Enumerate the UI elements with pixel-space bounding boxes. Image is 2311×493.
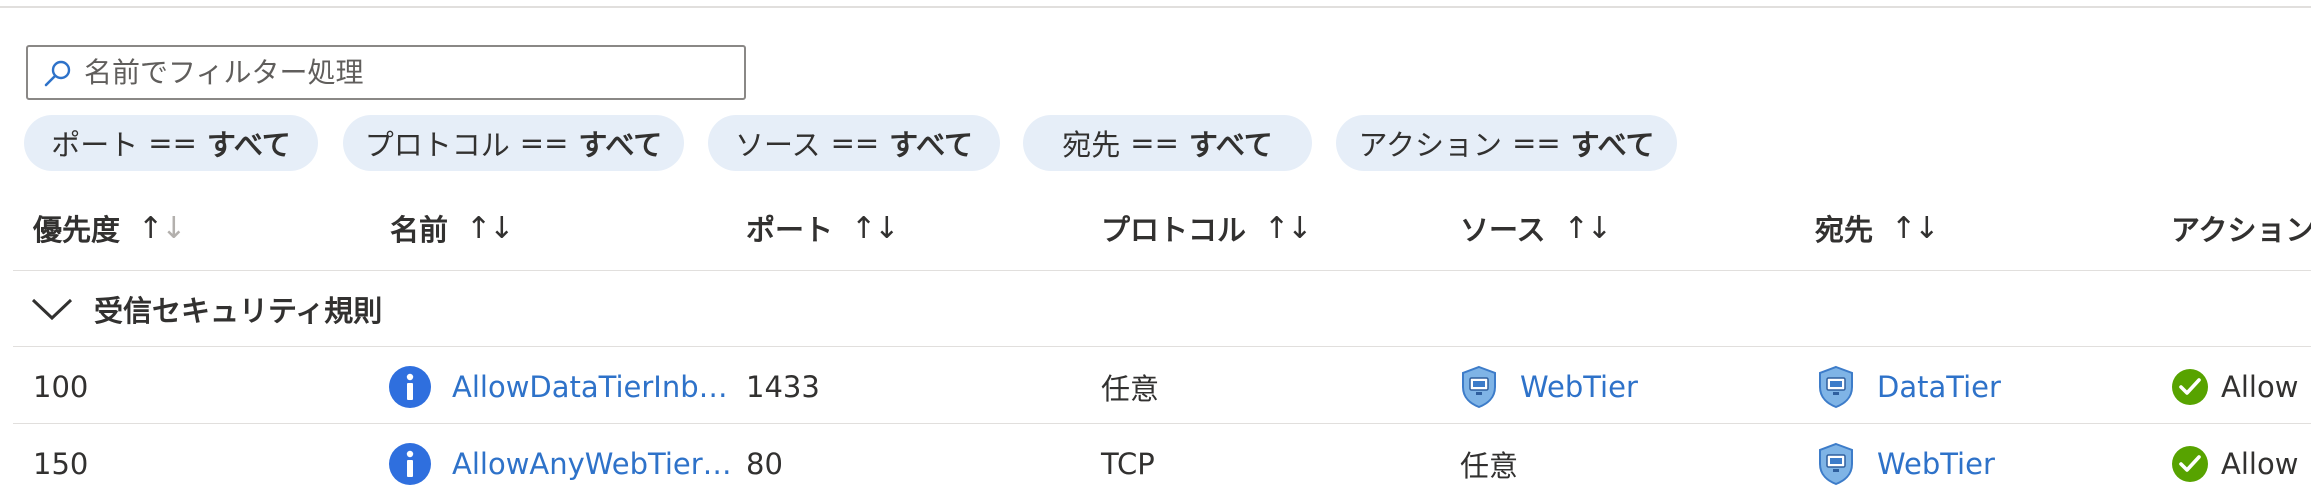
column-label: 優先度 xyxy=(33,213,121,247)
destination-cell[interactable]: WebTier xyxy=(1817,441,1995,487)
group-inbound-security-rules[interactable]: 受信セキュリティ規則 xyxy=(30,288,382,330)
filter-operator: == xyxy=(1512,126,1561,160)
column-header-name[interactable]: 名前 ↑↓ xyxy=(390,205,514,251)
filter-pill-action[interactable]: アクション == すべて xyxy=(1336,115,1677,171)
protocol-cell: TCP xyxy=(1101,447,1155,481)
rule-name-link[interactable]: AllowAnyWebTier… xyxy=(452,447,732,481)
filter-value: すべて xyxy=(889,128,973,162)
source-cell: 任意 xyxy=(1460,449,1519,483)
column-header-destination[interactable]: 宛先 ↑↓ xyxy=(1815,205,1939,251)
column-label: ポート xyxy=(746,213,834,247)
priority-cell: 100 xyxy=(33,370,89,404)
header-divider xyxy=(13,270,2311,271)
sort-icon[interactable]: ↑↓ xyxy=(1264,211,1312,246)
filter-operator: == xyxy=(148,126,197,160)
search-icon xyxy=(36,47,80,98)
filter-pill-destination[interactable]: 宛先 == すべて xyxy=(1023,115,1312,171)
filter-by-name-search[interactable] xyxy=(26,45,746,100)
filter-value: すべて xyxy=(1188,128,1273,162)
rule-name-cell[interactable]: AllowDataTierInb… xyxy=(388,364,728,410)
filter-value: すべて xyxy=(1570,128,1655,162)
sort-icon[interactable]: ↑↓ xyxy=(1891,211,1939,246)
filter-pill-port[interactable]: ポート == すべて xyxy=(24,115,318,171)
column-header-priority[interactable]: 優先度 ↑↓ xyxy=(33,205,186,251)
check-circle-icon xyxy=(2172,369,2208,405)
column-header-protocol[interactable]: プロトコル ↑↓ xyxy=(1101,205,1312,251)
action-label: Allow xyxy=(2221,370,2299,404)
source-cell[interactable]: WebTier xyxy=(1460,364,1638,410)
rule-name-link[interactable]: AllowDataTierInb… xyxy=(452,370,728,404)
application-security-group-icon xyxy=(1819,365,1853,409)
sort-icon[interactable]: ↑↓ xyxy=(466,211,514,246)
filter-key: 宛先 xyxy=(1062,128,1121,162)
search-input[interactable] xyxy=(80,48,724,97)
filter-key: プロトコル xyxy=(364,128,510,162)
column-label: 宛先 xyxy=(1815,213,1874,247)
filter-key: ポート xyxy=(51,128,139,162)
check-circle-icon xyxy=(2172,446,2208,482)
filter-operator: == xyxy=(519,126,569,160)
column-header-port[interactable]: ポート ↑↓ xyxy=(746,205,899,251)
destination-link[interactable]: DataTier xyxy=(1877,370,2001,404)
row-divider xyxy=(13,346,2311,347)
column-header-source[interactable]: ソース ↑↓ xyxy=(1460,205,1612,251)
column-label: 名前 xyxy=(390,213,449,247)
port-cell: 1433 xyxy=(746,370,820,404)
port-cell: 80 xyxy=(746,447,783,481)
info-icon xyxy=(389,366,431,408)
column-header-action[interactable]: アクション xyxy=(2171,205,2311,251)
chevron-down-icon[interactable] xyxy=(30,296,74,322)
action-cell: Allow xyxy=(2171,441,2298,487)
filter-pill-source[interactable]: ソース == すべて xyxy=(708,115,1000,171)
rule-name-cell[interactable]: AllowAnyWebTier… xyxy=(388,441,732,487)
action-label: Allow xyxy=(2221,447,2299,481)
filter-key: アクション xyxy=(1358,128,1503,162)
protocol-cell: 任意 xyxy=(1101,372,1160,406)
group-label: 受信セキュリティ規則 xyxy=(94,294,383,328)
filter-operator: == xyxy=(1130,126,1179,160)
sort-icon[interactable]: ↑↓ xyxy=(851,211,899,246)
destination-link[interactable]: WebTier xyxy=(1877,447,1995,481)
application-security-group-icon xyxy=(1462,365,1496,409)
filter-pill-protocol[interactable]: プロトコル == すべて xyxy=(343,115,684,171)
filter-value: すべて xyxy=(206,128,291,162)
column-label: プロトコル xyxy=(1101,213,1247,247)
application-security-group-icon xyxy=(1819,442,1853,486)
sort-icon[interactable]: ↑↓ xyxy=(1564,211,1612,246)
top-divider xyxy=(0,6,2311,8)
priority-cell: 150 xyxy=(33,447,89,481)
source-link[interactable]: WebTier xyxy=(1520,370,1638,404)
destination-cell[interactable]: DataTier xyxy=(1817,364,2001,410)
filter-operator: == xyxy=(830,126,880,160)
column-label: ソース xyxy=(1460,213,1546,247)
filter-key: ソース xyxy=(735,128,821,162)
info-icon xyxy=(389,443,431,485)
column-label: アクション xyxy=(2171,213,2311,247)
action-cell: Allow xyxy=(2171,364,2298,410)
filter-value: すべて xyxy=(578,128,663,162)
row-divider xyxy=(13,423,2311,424)
sort-icon[interactable]: ↑↓ xyxy=(138,211,186,246)
